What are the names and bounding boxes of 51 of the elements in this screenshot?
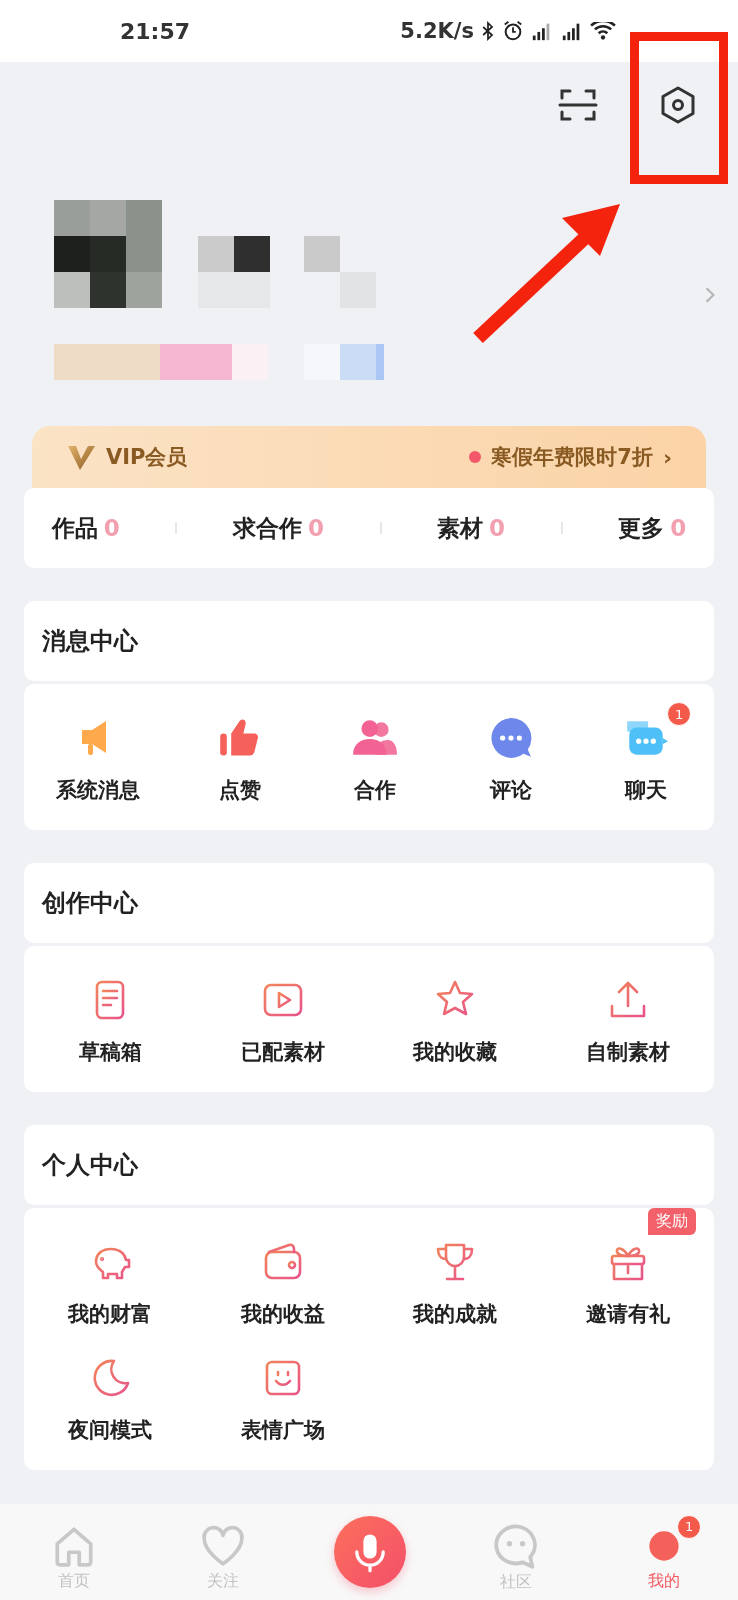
menu-label: 自制素材 — [585, 1039, 670, 1066]
menu-label: 合作 — [354, 777, 397, 804]
promo-text: 寒假年费限时7折 — [491, 444, 653, 471]
count-badge: 1 — [677, 1514, 702, 1539]
menu-item[interactable]: 我的成就 — [381, 1204, 530, 1328]
menu-item[interactable]: 我的收藏 — [381, 942, 530, 1066]
menu-label: 聊天 — [625, 777, 668, 804]
menu-item[interactable]: 我的财富 — [36, 1204, 185, 1328]
promo-dot-icon — [469, 451, 482, 463]
stat-item[interactable]: 更多 0 — [618, 512, 687, 544]
menu-label: 点赞 — [218, 777, 261, 804]
section-title: 个人中心 — [42, 1150, 138, 1181]
section-title: 创作中心 — [42, 888, 138, 919]
chevron-text: › — [662, 444, 672, 470]
menu-item[interactable]: 奖励 邀请有礼 — [553, 1204, 702, 1328]
menu-label: 我的收益 — [240, 1301, 325, 1328]
menu-label: 我的成就 — [413, 1301, 498, 1328]
menu-label: 评论 — [489, 777, 532, 804]
clock-text: 21:57 — [120, 18, 191, 44]
menu-label: 系统消息 — [56, 777, 140, 804]
stat-item[interactable]: 素材 0 — [437, 512, 506, 544]
alarm-icon — [502, 20, 524, 42]
vip-title: VIP会员 — [106, 444, 188, 471]
menu-item[interactable]: 合作 — [320, 680, 431, 804]
menu-item[interactable]: 已配素材 — [208, 942, 357, 1066]
count-badge: 1 — [667, 702, 692, 726]
menu-label: 邀请有礼 — [585, 1301, 670, 1328]
vip-banner[interactable]: VIP会员 寒假年费限时7折 › — [32, 426, 706, 488]
menu-item[interactable]: 点赞 — [185, 680, 294, 804]
menu-label: 已配素材 — [240, 1039, 325, 1066]
wifi-icon — [590, 22, 616, 40]
menu-item[interactable]: 系统消息 — [24, 680, 172, 804]
bluetooth-icon — [480, 20, 496, 42]
menu-item[interactable]: 1 聊天 — [591, 680, 702, 804]
stat-item[interactable]: 作品 0 — [51, 512, 120, 544]
menu-item[interactable]: 评论 — [456, 680, 565, 804]
reward-tag: 奖励 — [647, 1208, 696, 1235]
menu-item[interactable]: 我的收益 — [208, 1204, 357, 1328]
comment-icon — [488, 716, 533, 760]
stat-item[interactable]: 求合作 0 — [232, 512, 324, 544]
menu-label: 草稿箱 — [78, 1039, 142, 1066]
menu-label: 夜间模式 — [68, 1417, 153, 1444]
menu-label: 我的财富 — [68, 1301, 153, 1328]
chat-bubble-icon — [491, 1521, 540, 1570]
menu-item[interactable]: 草稿箱 — [46, 942, 174, 1066]
record-button[interactable] — [334, 1516, 406, 1588]
section-title: 消息中心 — [42, 626, 138, 657]
menu-label: 表情广场 — [240, 1417, 325, 1444]
menu-label: 我的收藏 — [413, 1039, 498, 1066]
network-speed-text: 5.2K/s — [400, 19, 474, 43]
menu-item[interactable]: 自制素材 — [553, 942, 702, 1066]
